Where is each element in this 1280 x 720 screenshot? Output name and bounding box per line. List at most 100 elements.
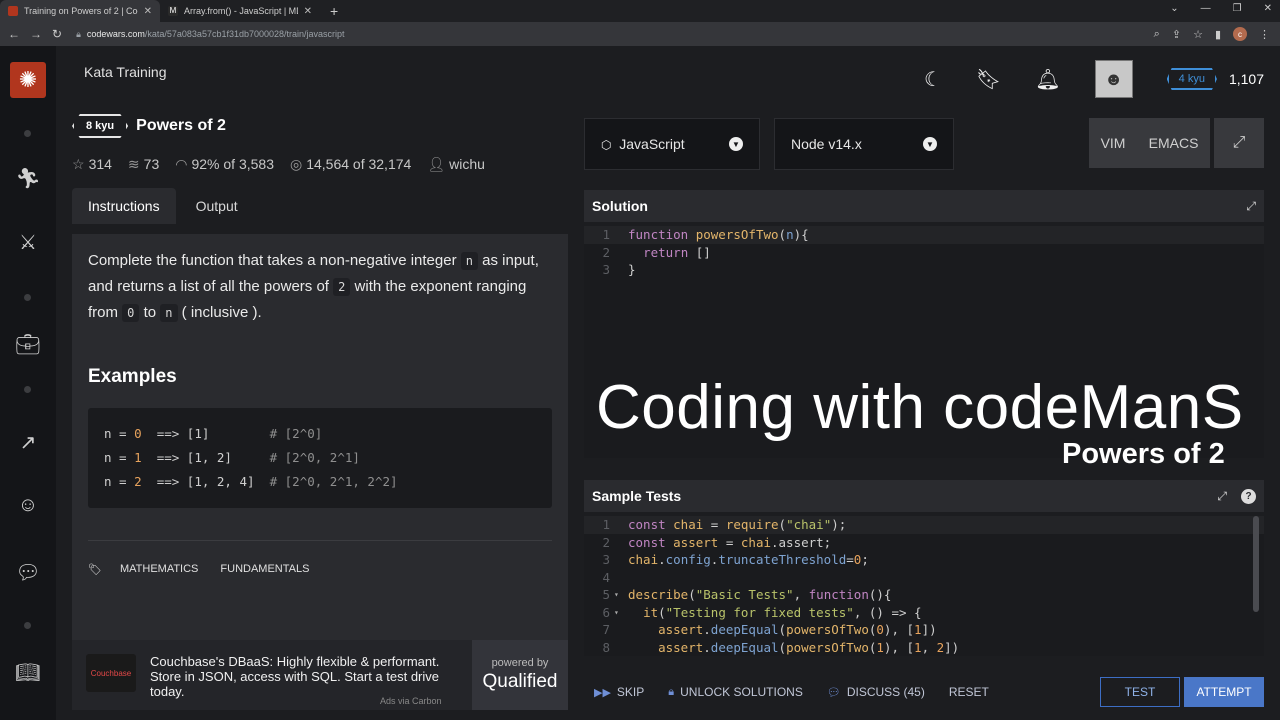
profile-avatar[interactable]: c [1233, 27, 1247, 41]
author-stat[interactable]: 👤︎ wichu [427, 156, 485, 173]
honor-count: 1,107 [1228, 71, 1264, 87]
skip-button[interactable]: ▶▶ SKIP [584, 685, 654, 699]
expand-icon[interactable]: ⤢ [1217, 489, 1227, 504]
ad-via: Ads via Carbon [380, 696, 442, 706]
back-icon[interactable]: ← [8, 27, 20, 41]
minimize-icon[interactable]: — [1201, 3, 1211, 14]
forward-icon[interactable]: → [30, 27, 42, 41]
tests-scrollbar[interactable] [1253, 516, 1259, 612]
kata-tags: 🏷︎ MATHEMATICS FUNDAMENTALS [88, 561, 552, 577]
qualified-badge[interactable]: powered by Qualified [472, 640, 568, 710]
code-line: 6 ▾ it("Testing for fixed tests", () => { [602, 604, 922, 620]
star-icon: ☆ [72, 156, 85, 172]
powered-by: powered by [491, 657, 549, 669]
dojo-icon[interactable]: ⚔︎ [0, 230, 56, 255]
stars-stat[interactable]: ☆ 314 [72, 156, 112, 173]
reload-icon[interactable]: ↻ [52, 27, 62, 41]
notifications-bell-icon[interactable]: 🔔︎ [1035, 67, 1060, 92]
example-line: n = 2 ==> [1, 2, 4] # [2^0, 2^1, 2^2] [104, 474, 398, 489]
kata-tabs: Instructions Output [72, 188, 254, 224]
inline-code: n [460, 252, 478, 270]
sponsor-ad[interactable]: Couchbase Couchbase's DBaaS: Highly flex… [72, 640, 568, 710]
video-overlay-subtitle: Powers of 2 [1062, 438, 1225, 470]
reset-button[interactable]: RESET [939, 685, 999, 699]
browser-tab-mdn[interactable]: M Array.from() - JavaScript | MDN ✕ [160, 0, 320, 22]
runtime-select[interactable]: Node v14.x ▼ [774, 118, 954, 170]
completed-stat: ◎ 14,564 of 32,174 [290, 156, 411, 173]
close-tab-icon[interactable]: ✕ [304, 6, 312, 17]
sample-tests-title: Sample Tests [592, 488, 682, 504]
close-window-icon[interactable]: ✕ [1264, 3, 1272, 14]
expand-icon[interactable]: ⤢ [1246, 199, 1256, 214]
bookmark-icon[interactable]: 🔖︎ [976, 67, 1001, 92]
video-overlay-title: Coding with codeManS [596, 373, 1244, 442]
tag-mathematics[interactable]: MATHEMATICS [116, 561, 202, 577]
votes-total: of 3,583 [223, 156, 274, 172]
satisfaction-icon: ◠ [175, 156, 188, 172]
discord-icon[interactable]: ☺ [0, 494, 56, 517]
kata-title: Powers of 2 [136, 117, 226, 134]
chat-icon[interactable]: 💬︎ [0, 560, 56, 585]
tab-output[interactable]: Output [180, 188, 254, 224]
fullscreen-icon[interactable]: ⤢ [1214, 118, 1264, 168]
kata-stats: ☆ 314 ≋ 73 ◠ 92% of 3,583 ◎ 14,564 of 32,174… [72, 156, 485, 173]
solution-title: Solution [592, 198, 648, 214]
sidebar-dot [24, 386, 31, 393]
inline-code: 0 [122, 304, 140, 322]
close-tab-icon[interactable]: ✕ [144, 6, 152, 17]
share-icon[interactable]: ⇪ [1172, 28, 1181, 41]
codewars-logo-icon[interactable]: ✺ [10, 62, 46, 98]
sample-tests-editor[interactable]: 1 const chai = require("chai"); 2 const as… [584, 516, 1264, 656]
kata-rank-badge: 8 kyu [72, 114, 129, 138]
new-tab-icon[interactable]: + [320, 0, 348, 22]
sidebar-dot [24, 294, 31, 301]
sidebar-dot [24, 130, 31, 137]
bookmark-star-icon[interactable]: ☆ [1193, 28, 1203, 41]
example-line: n = 1 ==> [1, 2] # [2^0, 2^1] [104, 450, 360, 465]
desc-part: to [143, 304, 157, 321]
emacs-mode-button[interactable]: EMACS [1149, 135, 1199, 151]
trending-icon[interactable]: ↗ [0, 430, 56, 455]
docs-book-icon[interactable]: 📖︎ [0, 660, 56, 685]
language-select[interactable]: ⬡ JavaScript ▼ [584, 118, 760, 170]
target-icon: ◎ [289, 156, 303, 172]
description-text: Complete the function that takes a non-n… [88, 248, 552, 326]
tab-search-icon[interactable]: ⌄ [1170, 3, 1178, 14]
comments-icon: 💬︎ [826, 686, 841, 699]
tab-instructions[interactable]: Instructions [72, 188, 176, 224]
attempt-button[interactable]: ATTEMPT [1184, 677, 1264, 707]
unlock-solutions-button[interactable]: 🔒︎ UNLOCK SOLUTIONS [658, 685, 813, 699]
sidebar-toggle-icon[interactable]: ▮ [1215, 28, 1221, 41]
app-sidebar: ✺ 🏃︎ ⚔︎ 💼︎ ↗ ☺ 💬︎ 📖︎ [0, 46, 56, 720]
url-field[interactable]: 🔒︎ codewars.com/kata/57a083a57cb1f31db70… [76, 25, 1154, 43]
unlock-label: UNLOCK SOLUTIONS [680, 685, 803, 699]
dark-mode-moon-icon[interactable]: ☾ [924, 67, 942, 92]
code-line: 2 return [] [602, 244, 711, 260]
browser-menu-icon[interactable]: ⋮ [1259, 28, 1270, 41]
vim-mode-button[interactable]: VIM [1101, 135, 1126, 151]
breadcrumb: Kata Training [84, 64, 167, 80]
test-button[interactable]: TEST [1100, 677, 1180, 707]
inline-code: 2 [333, 278, 351, 296]
solution-panel-header: Solution ⤢ [584, 190, 1264, 222]
help-icon[interactable]: ? [1241, 488, 1256, 504]
zoom-icon[interactable]: ⌕ [1154, 28, 1160, 41]
user-rank-badge[interactable]: 4 kyu [1166, 68, 1217, 90]
discuss-button[interactable]: 💬︎ DISCUSS (45) [817, 685, 935, 699]
completed-count: 14,564 [306, 156, 350, 172]
user-avatar[interactable]: ☻ [1094, 60, 1133, 98]
tag-fundamentals[interactable]: FUNDAMENTALS [216, 561, 313, 577]
lock-icon: 🔒︎ [76, 28, 81, 39]
address-bar: ← → ↻ 🔒︎ codewars.com/kata/57a083a57cb1f… [0, 22, 1280, 46]
code-line: 3 chai. config. truncateThreshold = 0; [602, 552, 869, 568]
maximize-icon[interactable]: ❐ [1233, 3, 1242, 14]
satisfaction-value: 92% [191, 156, 220, 172]
browser-tab-codewars[interactable]: Training on Powers of 2 | Codew ✕ [0, 0, 160, 22]
divider [88, 540, 552, 541]
code-line: 8 assert. deepEqual(powersOfTwo(1), [1, 2… [602, 639, 960, 655]
example-line: n = 0 ==> [1] # [2^0] [104, 426, 323, 441]
collections-stat[interactable]: ≋ 73 [128, 156, 159, 173]
sidebar-dot [24, 622, 31, 629]
briefcase-icon[interactable]: 💼︎ [0, 332, 56, 357]
practice-icon[interactable]: 🏃︎ [0, 166, 56, 191]
